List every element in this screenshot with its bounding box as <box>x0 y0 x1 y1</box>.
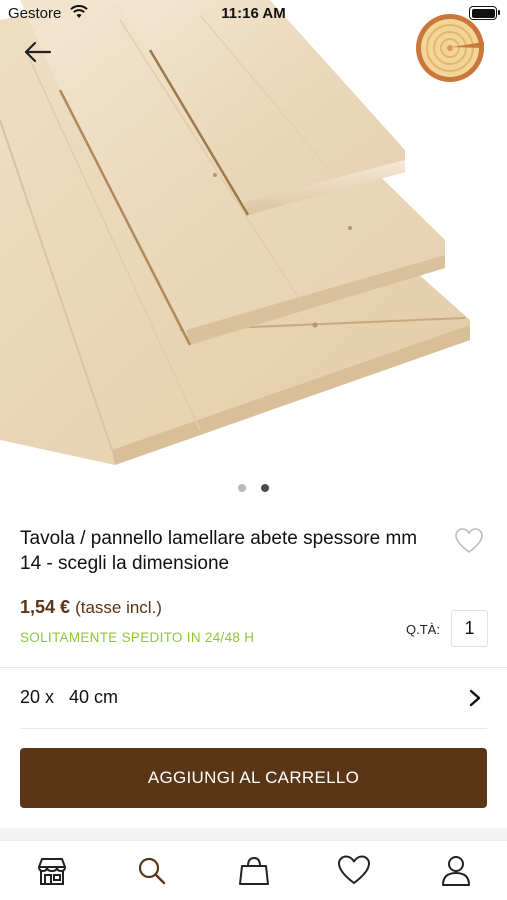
product-price: 1,54 € <box>20 597 71 617</box>
section-separator <box>0 828 507 840</box>
shipping-info: SOLITAMENTE SPEDITO IN 24/48 H <box>20 630 255 645</box>
arrow-left-icon <box>24 41 52 63</box>
divider <box>20 728 487 729</box>
tab-favorites[interactable] <box>336 853 372 889</box>
brand-logo[interactable] <box>414 12 486 84</box>
store-icon <box>38 858 66 885</box>
price-row: 1,54 € (tasse incl.) <box>20 597 162 618</box>
tab-account[interactable] <box>438 853 474 889</box>
chevron-right-icon <box>469 689 481 707</box>
wood-log-logo <box>416 14 484 82</box>
shopping-bag-icon <box>239 856 269 885</box>
heart-icon <box>338 855 370 884</box>
favorite-button[interactable] <box>454 527 484 555</box>
add-to-cart-button[interactable]: AGGIUNGI AL CARRELLO <box>20 748 487 808</box>
user-icon <box>442 856 470 886</box>
bottom-tab-bar <box>0 840 507 900</box>
gallery-pager[interactable] <box>0 479 507 492</box>
tax-note: (tasse incl.) <box>75 598 162 617</box>
tab-search[interactable] <box>134 853 170 889</box>
quantity-field[interactable]: 1 <box>451 610 488 647</box>
tab-store[interactable] <box>34 853 70 889</box>
tab-cart[interactable] <box>236 853 272 889</box>
quantity-label: Q.TÀ: <box>406 622 440 637</box>
back-button[interactable] <box>22 38 54 66</box>
pager-dot-active[interactable] <box>260 484 269 492</box>
search-icon <box>138 857 166 885</box>
product-title: Tavola / pannello lamellare abete spesso… <box>20 528 418 574</box>
heart-outline-icon <box>455 528 483 553</box>
selected-size-label: 20 x 40 cm <box>20 687 119 707</box>
size-option-selector[interactable]: 20 x 40 cm <box>0 668 507 728</box>
